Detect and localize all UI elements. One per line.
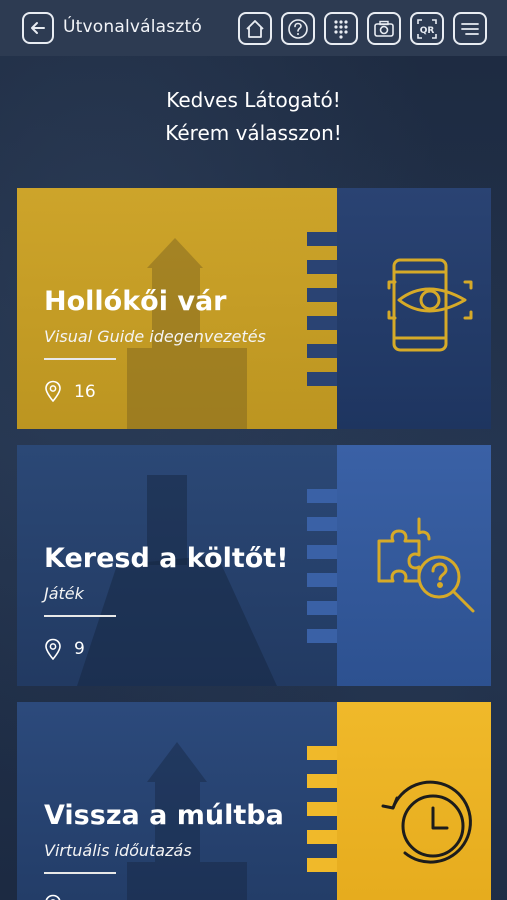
- greeting-line-2: Kérem válasszon!: [165, 121, 342, 145]
- map-pin-icon: [45, 894, 61, 900]
- route-subtitle: Játék: [44, 584, 84, 603]
- back-button[interactable]: [22, 12, 54, 44]
- back-arrow-icon: [31, 22, 45, 34]
- divider: [44, 872, 116, 874]
- map-pin-icon: [45, 380, 61, 402]
- svg-text:QR: QR: [420, 26, 435, 36]
- zigzag-edge: [307, 746, 341, 886]
- route-title: Vissza a múltba: [44, 800, 284, 831]
- divider: [44, 615, 116, 617]
- home-icon: [246, 19, 264, 38]
- qr-button[interactable]: QR: [410, 12, 444, 45]
- greeting: Kedves Látogató! Kérem válasszon!: [0, 84, 507, 150]
- route-card[interactable]: Keresd a költőt! Játék 9: [17, 445, 491, 686]
- zigzag-edge: [307, 489, 341, 657]
- phone-eye-icon: [387, 258, 473, 352]
- history-clock-icon: [381, 780, 472, 864]
- top-bar: Útvonalválasztó QR: [0, 0, 507, 56]
- zigzag-edge: [307, 232, 341, 400]
- qr-icon: QR: [417, 18, 437, 39]
- castle-silhouette: [127, 238, 247, 429]
- home-button[interactable]: [238, 12, 272, 45]
- help-icon: [288, 18, 308, 39]
- greeting-line-1: Kedves Látogató!: [166, 88, 341, 112]
- route-card[interactable]: Hollókői vár Visual Guide idegenvezetés …: [17, 188, 491, 429]
- menu-icon: [461, 22, 479, 35]
- route-title: Keresd a költőt!: [44, 543, 289, 574]
- menu-button[interactable]: [453, 12, 487, 45]
- camera-icon: [374, 20, 394, 37]
- route-card[interactable]: Vissza a múltba Virtuális időutazás: [17, 702, 491, 900]
- puzzle-search-icon: [377, 517, 475, 613]
- map-pin-icon: [45, 638, 61, 660]
- keypad-button[interactable]: [324, 12, 358, 45]
- route-subtitle: Visual Guide idegenvezetés: [44, 327, 266, 346]
- route-subtitle: Virtuális időutazás: [44, 841, 192, 860]
- stop-count: 16: [74, 382, 96, 402]
- help-button[interactable]: [281, 12, 315, 45]
- stop-count: 9: [74, 639, 85, 659]
- keypad-icon: [334, 19, 348, 39]
- camera-button[interactable]: [367, 12, 401, 45]
- route-title: Hollókői vár: [44, 286, 227, 317]
- page-title: Útvonalválasztó: [63, 17, 202, 37]
- divider: [44, 358, 116, 360]
